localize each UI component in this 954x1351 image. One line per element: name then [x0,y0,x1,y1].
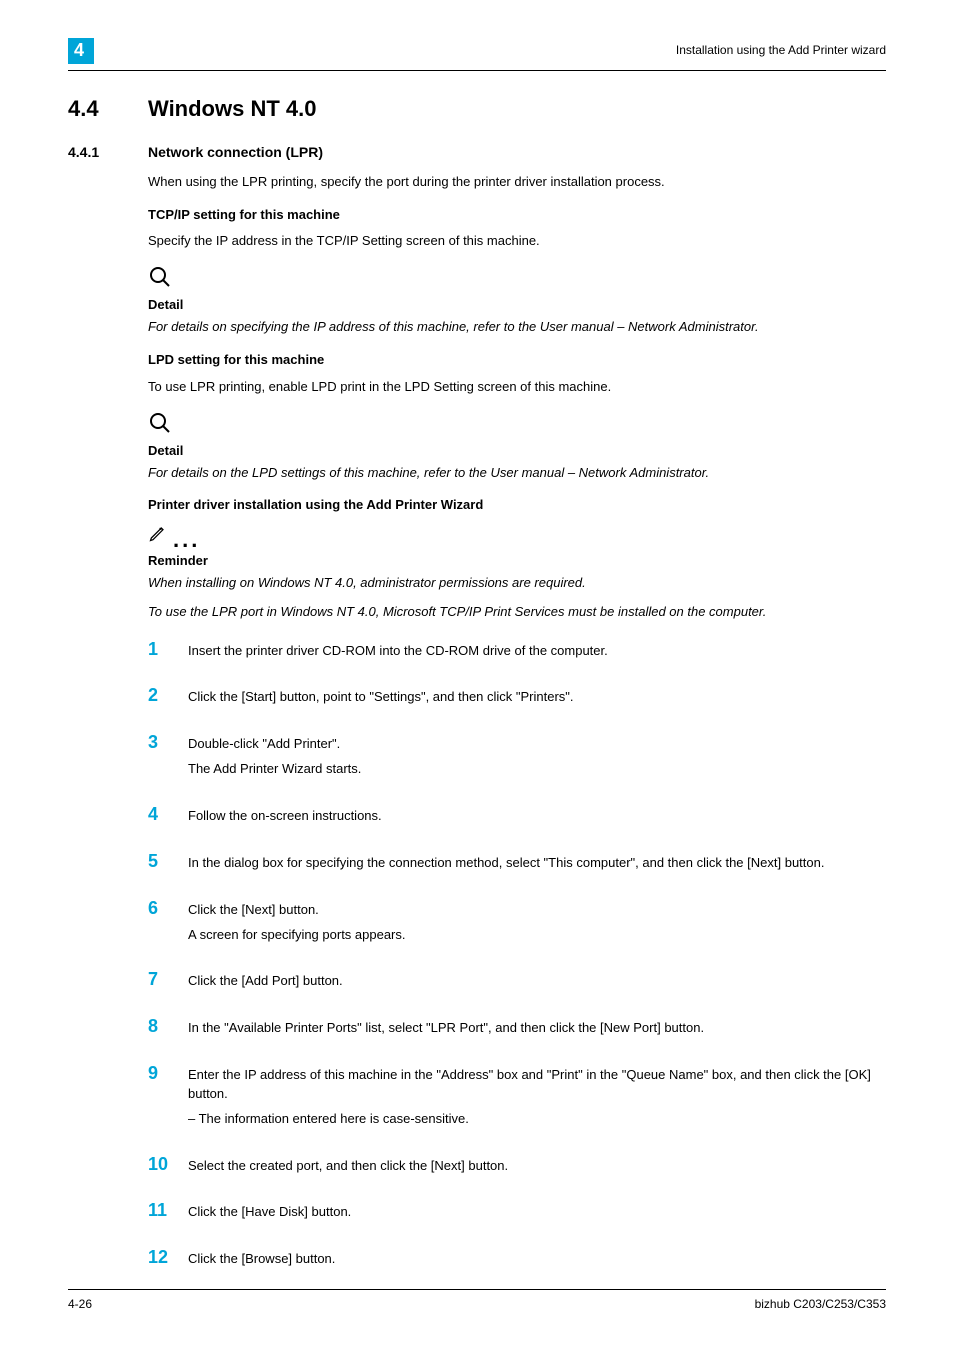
step-body: Click the [Next] button. A screen for spe… [188,901,886,951]
step-number: 2 [148,682,188,708]
pencil-icon [148,523,168,549]
h2-number: 4.4.1 [68,142,148,162]
page-number: 4-26 [68,1296,92,1313]
magnifier-icon [148,265,886,294]
h1-number: 4.4 [68,93,148,125]
section-heading-h1: 4.4Windows NT 4.0 [68,93,886,125]
step-line: Enter the IP address of this machine in … [188,1066,886,1104]
h1-title: Windows NT 4.0 [148,96,316,121]
step-line: Double-click "Add Printer". [188,735,886,754]
reminder-text-2: To use the LPR port in Windows NT 4.0, M… [148,603,886,622]
step-number: 10 [148,1151,188,1177]
step-body: Click the [Start] button, point to "Sett… [188,688,886,713]
footer-rule [68,1289,886,1290]
step-body: Click the [Have Disk] button. [188,1203,886,1228]
ellipsis-icon: ... [173,531,200,549]
step-line: In the "Available Printer Ports" list, s… [188,1019,886,1038]
step-body: Click the [Add Port] button. [188,972,886,997]
step-body: Click the [Browse] button. [188,1250,886,1275]
step-number: 4 [148,801,188,827]
step-line: In the dialog box for specifying the con… [188,854,886,873]
step-number: 8 [148,1013,188,1039]
tcpip-body: Specify the IP address in the TCP/IP Set… [148,232,886,251]
step-item: 6Click the [Next] button. A screen for sp… [148,895,886,951]
step-number: 5 [148,848,188,874]
detail-label: Detail [148,296,886,315]
subheading-wizard: Printer driver installation using the Ad… [148,496,886,515]
subheading-tcpip: TCP/IP setting for this machine [148,206,886,225]
detail-label: Detail [148,442,886,461]
step-body: Double-click "Add Printer". The Add Print… [188,735,886,785]
step-body: In the "Available Printer Ports" list, s… [188,1019,886,1044]
step-number: 11 [148,1197,188,1223]
step-line: Click the [Add Port] button. [188,972,886,991]
step-item: 8In the "Available Printer Ports" list, … [148,1013,886,1044]
step-line: The Add Printer Wizard starts. [188,760,886,779]
tcpip-detail-text: For details on specifying the IP address… [148,318,886,337]
lpd-detail-text: For details on the LPD settings of this … [148,464,886,483]
step-item: 12Click the [Browse] button. [148,1244,886,1275]
step-line: Click the [Browse] button. [188,1250,886,1269]
step-body: In the dialog box for specifying the con… [188,854,886,879]
step-number: 12 [148,1244,188,1270]
step-line: Follow the on-screen instructions. [188,807,886,826]
step-line: Click the [Next] button. [188,901,886,920]
step-item: 7Click the [Add Port] button. [148,966,886,997]
section-heading-h2: 4.4.1Network connection (LPR) [68,142,886,162]
h2-title: Network connection (LPR) [148,144,323,160]
step-line: Insert the printer driver CD-ROM into th… [188,642,886,661]
lpd-body: To use LPR printing, enable LPD print in… [148,378,886,397]
steps-list: 1Insert the printer driver CD-ROM into t… [148,636,886,1276]
step-number: 6 [148,895,188,921]
reminder-text-1: When installing on Windows NT 4.0, admin… [148,574,886,593]
magnifier-icon [148,411,886,440]
step-number: 9 [148,1060,188,1086]
page-footer: 4-26 bizhub C203/C253/C353 [68,1289,886,1313]
step-body: Select the created port, and then click … [188,1157,886,1182]
subheading-lpd: LPD setting for this machine [148,351,886,370]
step-body: Enter the IP address of this machine in … [188,1066,886,1135]
step-item: 3Double-click "Add Printer". The Add Prin… [148,729,886,785]
step-item: 2Click the [Start] button, point to "Set… [148,682,886,713]
step-subnote: – The information entered here is case-s… [188,1110,886,1129]
intro-paragraph: When using the LPR printing, specify the… [148,173,886,192]
product-name: bizhub C203/C253/C353 [755,1296,886,1313]
step-body: Insert the printer driver CD-ROM into th… [188,642,886,667]
step-body: Follow the on-screen instructions. [188,807,886,832]
header-rule [68,70,886,71]
step-item: 1Insert the printer driver CD-ROM into t… [148,636,886,667]
step-item: 5In the dialog box for specifying the co… [148,848,886,879]
step-item: 11Click the [Have Disk] button. [148,1197,886,1228]
step-number: 3 [148,729,188,755]
chapter-number-badge: 4 [68,38,94,64]
step-item: 10Select the created port, and then clic… [148,1151,886,1182]
step-number: 1 [148,636,188,662]
step-item: 9Enter the IP address of this machine in… [148,1060,886,1135]
running-header-text: Installation using the Add Printer wizar… [676,42,886,59]
reminder-label: Reminder [148,552,886,571]
step-line: Click the [Start] button, point to "Sett… [188,688,886,707]
step-number: 7 [148,966,188,992]
step-line: Select the created port, and then click … [188,1157,886,1176]
step-line: A screen for specifying ports appears. [188,926,886,945]
step-item: 4Follow the on-screen instructions. [148,801,886,832]
step-line: Click the [Have Disk] button. [188,1203,886,1222]
